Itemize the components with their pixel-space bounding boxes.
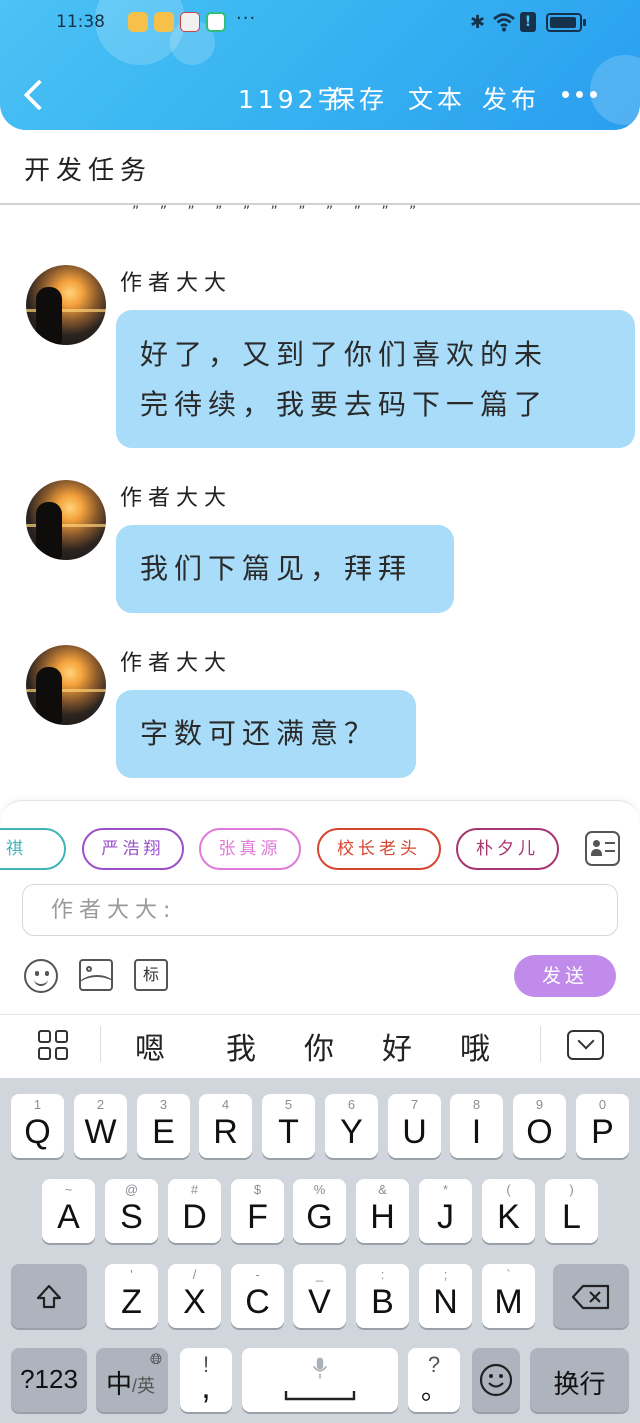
image-icon[interactable] [79, 959, 113, 991]
status-time: 11:38 [56, 12, 105, 32]
emoji-icon[interactable] [24, 959, 58, 993]
quote-marks-divider: ” ” ” ” ” ” ” ” ” ” ” [132, 204, 425, 220]
key-p[interactable]: 0P [576, 1094, 629, 1158]
shift-key[interactable] [11, 1264, 87, 1328]
app-notification-icon [180, 12, 200, 32]
key-h[interactable]: & H [356, 1179, 409, 1243]
message-text-line: 好了，又到了你们喜欢的未 [140, 338, 549, 371]
character-chip[interactable]: 朴夕儿 [456, 828, 559, 870]
message-input[interactable] [22, 884, 618, 936]
back-button[interactable] [18, 76, 50, 116]
author-avatar[interactable] [26, 480, 106, 560]
character-chip[interactable]: 祺 [0, 828, 66, 870]
weibo-notification-icon [154, 12, 174, 32]
candidate-separator [540, 1026, 541, 1062]
author-avatar[interactable] [26, 645, 106, 725]
grid-menu-icon[interactable] [38, 1030, 70, 1062]
key-f[interactable]: $ F [231, 1179, 284, 1243]
key-m[interactable]: ` M [482, 1264, 535, 1328]
key-r[interactable]: 4R [199, 1094, 252, 1158]
tag-button[interactable]: 标 [134, 959, 168, 991]
character-chip[interactable]: 校长老头 [317, 828, 441, 870]
text-mode-button[interactable]: 文本 [408, 80, 466, 116]
more-notifications-icon: ··· [236, 8, 257, 29]
send-button[interactable]: 发送 [514, 955, 616, 997]
candidate-word[interactable]: 哦 [460, 1024, 490, 1068]
language-switch-key[interactable]: 🌐︎ 中 /英 [96, 1348, 168, 1412]
keyboard: 1Q 2W 3E 4R 5T 6Y 7U 8I 9O 0P ~ A @ S # D $… [0, 1078, 640, 1423]
character-list-icon[interactable] [585, 831, 620, 866]
bluetooth-icon: ✱ [470, 12, 486, 33]
key-l[interactable]: ) L [545, 1179, 598, 1243]
author-name: 作者大大 [120, 651, 233, 676]
key-n[interactable]: ; N [419, 1264, 472, 1328]
key-y[interactable]: 6Y [325, 1094, 378, 1158]
author-name: 作者大大 [120, 486, 233, 511]
candidate-word[interactable]: 我 [226, 1024, 256, 1068]
numbers-symbols-key[interactable]: ?123 [11, 1348, 87, 1412]
comma-key[interactable]: ! , [180, 1348, 232, 1412]
enter-key[interactable]: 换行 [530, 1348, 629, 1412]
key-o[interactable]: 9O [513, 1094, 566, 1158]
key-g[interactable]: % G [293, 1179, 346, 1243]
key-s[interactable]: @ S [105, 1179, 158, 1243]
backspace-key[interactable] [553, 1264, 629, 1328]
alert-icon: ! [520, 12, 536, 32]
collapse-keyboard-icon[interactable] [567, 1030, 604, 1060]
key-u[interactable]: 7U [388, 1094, 441, 1158]
key-e[interactable]: 3E [137, 1094, 190, 1158]
space-key[interactable] [242, 1348, 398, 1412]
key-t[interactable]: 5T [262, 1094, 315, 1158]
character-chip[interactable]: 张真源 [199, 828, 301, 870]
message-bubble[interactable]: 字数可还满意？ [116, 690, 416, 778]
character-chip[interactable]: 严浩翔 [82, 828, 184, 870]
battery-icon [546, 13, 586, 32]
app-header: 11:38 ··· ✱ ! 1192字 保存 文本 发布 [0, 0, 640, 130]
wifi-icon [493, 13, 515, 32]
candidate-word[interactable]: 你 [304, 1024, 334, 1068]
message-text-line: 字数可还满意？ [140, 717, 379, 750]
chapter-title[interactable]: 开发任务 [24, 150, 152, 187]
message-text-line: 完待续，我要去码下一篇了 [140, 388, 549, 421]
key-v[interactable]: _ V [293, 1264, 346, 1328]
key-d[interactable]: # D [168, 1179, 221, 1243]
key-k[interactable]: (K [482, 1179, 535, 1243]
microphone-icon [312, 1357, 328, 1379]
backspace-icon [571, 1284, 610, 1310]
author-avatar[interactable] [26, 265, 106, 345]
key-b[interactable]: :B [356, 1264, 409, 1328]
publish-button[interactable]: 发布 [482, 80, 540, 116]
space-bar-icon [284, 1391, 356, 1401]
message-bubble[interactable]: 我们下篇见，拜拜 [116, 525, 454, 613]
key-j[interactable]: * J [419, 1179, 472, 1243]
key-c[interactable]: -C [231, 1264, 284, 1328]
shift-icon [36, 1284, 62, 1309]
weibo-notification-icon [128, 12, 148, 32]
more-options-button[interactable] [558, 80, 602, 110]
period-key[interactable]: ? 。 [408, 1348, 460, 1412]
key-z[interactable]: ' Z [105, 1264, 158, 1328]
globe-icon: 🌐︎ [149, 1350, 162, 1368]
message-text-line: 我们下篇见，拜拜 [140, 552, 413, 585]
key-w[interactable]: 2W [74, 1094, 127, 1158]
key-x[interactable]: / X [168, 1264, 221, 1328]
key-a[interactable]: ~ A [42, 1179, 95, 1243]
save-button[interactable]: 保存 [330, 80, 388, 116]
status-bar: 11:38 ··· ✱ ! [0, 0, 640, 46]
emoji-key[interactable] [472, 1348, 520, 1412]
author-name: 作者大大 [120, 271, 233, 296]
key-i[interactable]: 8I [450, 1094, 503, 1158]
app-notification-icon [206, 12, 226, 32]
smiley-icon [479, 1363, 513, 1397]
candidate-separator [100, 1026, 101, 1062]
key-q[interactable]: 1Q [11, 1094, 64, 1158]
message-bubble[interactable]: 好了，又到了你们喜欢的未 完待续，我要去码下一篇了 [116, 310, 635, 448]
candidate-word[interactable]: 嗯 [135, 1024, 165, 1068]
candidate-word[interactable]: 好 [382, 1024, 412, 1068]
